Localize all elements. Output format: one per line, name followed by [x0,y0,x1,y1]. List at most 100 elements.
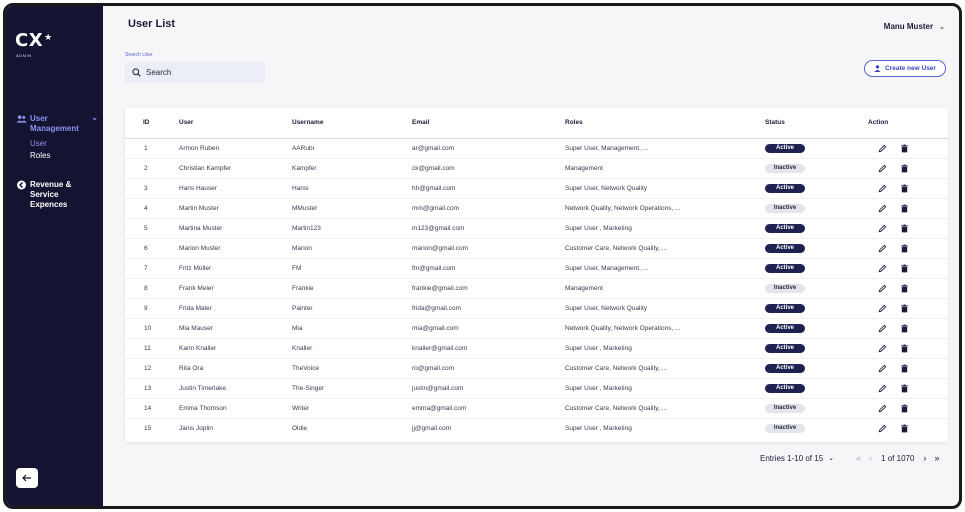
trash-icon[interactable] [898,402,910,414]
trash-icon[interactable] [898,162,910,174]
row-id: 10 [125,318,163,339]
table-row[interactable]: 6 Marion Muster Marion marion@gmail.com Cust… [125,238,948,259]
pencil-icon[interactable] [876,202,888,214]
pencil-icon[interactable] [876,142,888,154]
table-row[interactable]: 11 Karin Knaller Knaller knaller@gmail.com S… [125,338,948,359]
trash-icon[interactable] [898,262,910,274]
row-status: Active [765,178,868,199]
nav-item-user-management[interactable]: User Management ⌄ [16,114,98,134]
action-group [868,382,948,394]
row-user: Christian Kampfer [163,158,292,179]
status-badge: Active [765,363,805,373]
row-status: Active [765,218,868,239]
trash-icon[interactable] [898,342,910,354]
pencil-icon[interactable] [876,162,888,174]
row-email: ar@gmail.com [412,138,565,159]
column-header-user[interactable]: User [163,108,292,139]
entries-label: Entries 1-10 of 15 [760,453,824,463]
table-row[interactable]: 14 Emma Thomson Writer emma@gmail.com Custom… [125,398,948,419]
column-header-roles[interactable]: Roles [565,108,765,139]
column-header-status[interactable]: Status [765,108,868,139]
logo-subtitle: ADMIN [16,53,32,58]
pencil-icon[interactable] [876,262,888,274]
search-icon [132,68,141,77]
table-row[interactable]: 9 Frida Maler Painter frida@gmail.com Super … [125,298,948,319]
search-box[interactable] [125,62,265,83]
action-group [868,362,948,374]
nav-item-revenue[interactable]: Revenue & Service Expences [16,180,98,210]
pencil-icon[interactable] [876,342,888,354]
table-row[interactable]: 15 Janis Joplin Oldie jj@gmail.com Super Use… [125,418,948,438]
action-group [868,322,948,334]
pencil-icon[interactable] [876,222,888,234]
pencil-icon[interactable] [876,402,888,414]
nav-subitem-roles[interactable]: Roles [30,150,98,162]
trash-icon[interactable] [898,302,910,314]
pencil-icon[interactable] [876,282,888,294]
prev-page-icon[interactable]: ‹ [869,453,872,463]
action-group [868,202,948,214]
logo-text: CX [15,30,44,51]
sidebar: CX★ ADMIN User Management ⌄ User Roles R… [6,6,103,506]
trash-icon[interactable] [898,422,910,434]
row-status: Active [765,138,868,159]
user-name: Manu Muster [883,22,934,31]
trash-icon[interactable] [898,182,910,194]
table-row[interactable]: 1 Armon Ruben AARubi ar@gmail.com Super User… [125,138,948,159]
row-roles: Management [565,278,765,299]
status-badge: Active [765,223,805,233]
table-row[interactable]: 13 Justin Timerlake The-Singer justin@gmail… [125,378,948,399]
search-input[interactable] [146,68,256,77]
pencil-icon[interactable] [876,422,888,434]
pencil-icon[interactable] [876,242,888,254]
table-row[interactable]: 4 Martin Muster MMuster mm@gmail.com Network… [125,198,948,219]
row-status: Active [765,338,868,359]
row-actions [868,158,948,179]
trash-icon[interactable] [898,242,910,254]
trash-icon[interactable] [898,322,910,334]
trash-icon[interactable] [898,222,910,234]
create-user-button[interactable]: Create new User [864,60,946,77]
table-row[interactable]: 5 Martina Muster Martin123 m123@gmail.com Su… [125,218,948,239]
logo: CX★ ADMIN [15,30,53,58]
row-id: 9 [125,298,163,319]
action-group [868,242,948,254]
table-row[interactable]: 8 Frank Meier Frankie frankie@gmail.com Mana… [125,278,948,299]
pencil-icon[interactable] [876,322,888,334]
nav-subitem-user[interactable]: User [30,138,98,150]
arrow-left-circle-icon [17,180,26,190]
column-header-email[interactable]: Email [412,108,565,139]
row-username: Marion [292,238,412,259]
table-row[interactable]: 10 Mia Mauser Mia mia@gmail.com Network Qual… [125,318,948,339]
trash-icon[interactable] [898,382,910,394]
row-id: 5 [125,218,163,239]
table-row[interactable]: 12 Rita Ora TheVoice ro@gmail.com Customer C… [125,358,948,379]
action-group [868,342,948,354]
pencil-icon[interactable] [876,302,888,314]
row-id: 6 [125,238,163,259]
next-page-icon[interactable]: › [923,453,926,463]
column-header-username[interactable]: Username [292,108,412,139]
collapse-sidebar-button[interactable] [16,468,38,488]
entries-per-page-select[interactable]: Entries 1-10 of 15 ⌄ [760,454,834,463]
table-row[interactable]: 3 Hans Hauser Hansi hh@gmail.com Super User,… [125,178,948,199]
pencil-icon[interactable] [876,182,888,194]
row-roles: Super User , Marketing [565,218,765,239]
pencil-icon[interactable] [876,382,888,394]
row-user: Armon Ruben [163,138,292,159]
row-actions [868,298,948,319]
trash-icon[interactable] [898,202,910,214]
first-page-icon[interactable]: « [856,453,861,463]
user-menu[interactable]: Manu Muster ⌄ [884,22,945,31]
last-page-icon[interactable]: » [934,453,939,463]
column-header-id[interactable]: ID [125,108,163,139]
pencil-icon[interactable] [876,362,888,374]
trash-icon[interactable] [898,142,910,154]
row-username: MMuster [292,198,412,219]
trash-icon[interactable] [898,362,910,374]
row-actions [868,398,948,419]
trash-icon[interactable] [898,282,910,294]
row-email: mia@gmail.com [412,318,565,339]
table-row[interactable]: 7 Fritz Müller FM fm@gmail.com Super User, M… [125,258,948,279]
table-row[interactable]: 2 Christian Kampfer Kampfer ck@gmail.com Man… [125,158,948,179]
